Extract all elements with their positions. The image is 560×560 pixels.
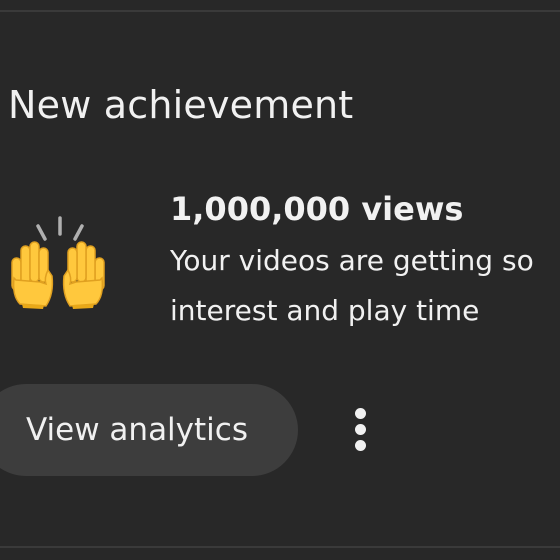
achievement-card: New achievement 1,000,000 views Your vid… xyxy=(0,0,560,560)
section-title: New achievement xyxy=(8,83,354,127)
more-vertical-icon[interactable] xyxy=(336,400,386,460)
raising-hands-icon xyxy=(6,212,110,312)
achievement-description: Your videos are getting so interest and … xyxy=(170,236,560,336)
more-dot xyxy=(355,440,366,451)
description-line-2: interest and play time xyxy=(170,294,480,327)
achievement-body: 1,000,000 views Your videos are getting … xyxy=(170,186,560,336)
description-line-1: Your videos are getting so xyxy=(170,244,534,277)
more-dot xyxy=(355,408,366,419)
achievement-headline: 1,000,000 views xyxy=(170,190,464,228)
more-dot xyxy=(355,424,366,435)
bottom-divider xyxy=(0,546,560,548)
top-divider xyxy=(0,10,560,12)
view-analytics-button[interactable]: View analytics xyxy=(0,384,298,476)
